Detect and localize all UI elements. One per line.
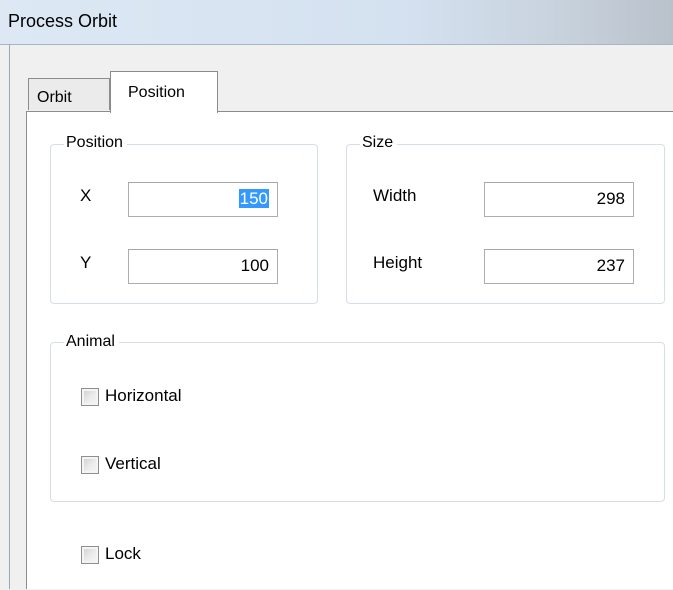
width-input[interactable]: 298	[484, 182, 634, 217]
tab-orbit[interactable]: Orbit	[28, 78, 110, 110]
tab-position[interactable]: Position	[110, 71, 218, 113]
size-group-legend: Size	[360, 134, 398, 152]
horizontal-checkbox-label[interactable]: Horizontal	[105, 386, 182, 406]
y-input[interactable]: 100	[128, 249, 278, 284]
x-input[interactable]: 150	[128, 182, 278, 217]
x-input-value: 150	[238, 189, 269, 208]
x-label: X	[80, 186, 92, 205]
vertical-checkbox-box[interactable]	[81, 456, 99, 474]
height-input[interactable]: 237	[484, 249, 634, 284]
window-left-edge	[9, 44, 10, 589]
height-label: Height	[373, 253, 423, 272]
vertical-checkbox-label[interactable]: Vertical	[105, 454, 161, 474]
animal-group-legend: Animal	[64, 333, 119, 351]
window-title: Process Orbit	[8, 11, 118, 31]
width-label: Width	[373, 186, 417, 205]
horizontal-checkbox-box[interactable]	[81, 388, 99, 406]
animal-group	[50, 342, 665, 502]
lock-checkbox-box[interactable]	[81, 546, 99, 564]
position-group-legend: Position	[64, 134, 127, 152]
title-bar[interactable]: Process Orbit	[0, 0, 673, 44]
lock-checkbox-label[interactable]: Lock	[105, 544, 141, 564]
y-label: Y	[80, 253, 92, 272]
